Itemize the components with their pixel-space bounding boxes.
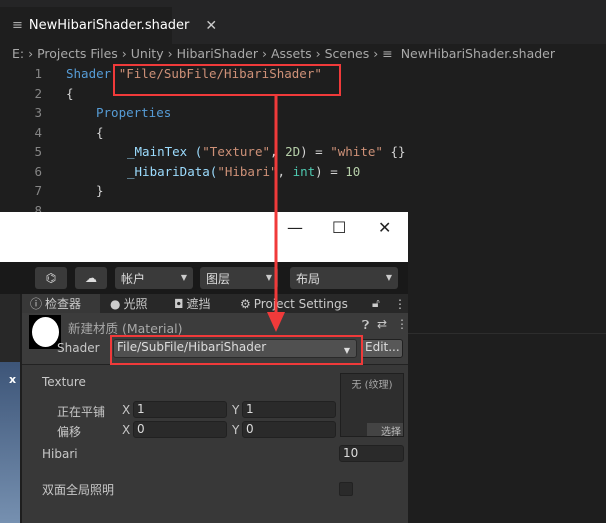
occlusion-icon: ◘ [174,296,184,311]
double-sided-gi-checkbox[interactable] [339,482,353,496]
line-number: 3 [34,105,42,120]
gear-icon: ⚙ [240,296,251,311]
crumb[interactable]: NewHibariShader.shader [401,46,555,61]
breadcrumb: E: › Projects Files › Unity › HibariShader ›… [12,46,556,61]
cloud-button[interactable]: ☁ [75,267,107,289]
window-titlebar: — ☐ ✕ [0,212,408,262]
layout-dropdown[interactable]: 布局 ▼ [290,267,398,289]
crumb[interactable]: Scenes [325,46,370,61]
line-number: 5 [34,144,42,159]
crumb[interactable]: Projects Files [37,46,118,61]
line-number: 6 [34,163,42,179]
close-tab-icon[interactable]: ✕ [205,18,217,34]
y-label: Y [232,423,240,437]
hibari-label: Hibari [42,447,78,461]
info-icon: ⓘ [30,297,43,311]
code-line: } [96,183,104,198]
annotation-arrow [267,96,285,332]
lock-icon[interactable]: 🔓︎ [372,294,380,313]
crumb[interactable]: Unity [131,46,164,61]
separator [408,333,606,334]
tab-inspector[interactable]: ⓘ 检查器 [22,294,100,313]
tiling-y-field[interactable]: 1 [242,401,336,418]
help-icon[interactable]: ❓︎ [362,318,369,333]
texture-label: Texture [42,375,86,389]
tiling-x-field[interactable]: 1 [133,401,227,418]
x-label: X [122,403,131,417]
tab-lighting[interactable]: ● 光照 [110,294,148,313]
edit-shader-button[interactable]: Edit... [361,339,403,358]
offset-y-field[interactable]: 0 [242,421,336,438]
code-line: { [96,124,104,140]
tab-project-settings[interactable]: ⚙ Project Settings [240,294,348,313]
file-icon: ≡ [382,46,393,61]
y-label: Y [232,403,240,417]
double-sided-gi-label: 双面全局照明 [42,483,115,497]
collab-button[interactable]: ⌬ [35,267,67,289]
highlight-box-shader [110,335,363,365]
unity-toolbar: ⌬ ☁ 帐户 ▼ 图层 ▼ 布局 ▼ [0,262,408,294]
code-line: Properties [96,105,172,120]
crumb[interactable]: Assets [271,46,312,61]
code-line: _HibariData("Hibari", int) = 10 [127,163,361,179]
tab-newhibarishader[interactable]: ≡ NewHibariShader.shader ✕ [0,7,217,44]
code-line: { [66,85,74,101]
crumb[interactable]: HibariShader [177,46,258,61]
no-texture-label: 无 (纹理) [351,380,393,391]
more-icon[interactable]: ⋮ [394,294,406,313]
x-label: X [122,423,131,437]
more-icon[interactable]: ⋮ [396,317,408,331]
select-texture-button[interactable]: 选择 [367,423,403,438]
tab-occlusion[interactable]: ◘ 遮挡 [174,294,211,313]
line-number: 1 [34,66,42,81]
line-number: 4 [34,124,42,140]
line-number: 7 [34,183,42,198]
tiling-label: 正在平铺 [57,405,106,419]
shader-label: Shader [57,341,100,355]
file-icon: ≡ [12,18,23,33]
texture-slot[interactable]: 无 (纹理) 选择 [340,373,404,438]
crumb[interactable]: E: [12,46,24,61]
offset-x-field[interactable]: 0 [133,421,227,438]
inspector-tabs: ⓘ 检查器 ● 光照 ◘ 遮挡 ⚙ Project Settings 🔓︎ ⋮ [22,294,408,313]
close-icon[interactable]: x [9,373,16,386]
settings-icon[interactable]: ⇄ [377,317,387,331]
hibari-field[interactable]: 10 [339,445,404,462]
bulb-icon: ● [110,296,121,311]
highlight-box-code [113,64,341,96]
offset-label: 偏移 [57,425,82,439]
maximize-button[interactable]: ☐ [332,218,346,237]
scene-preview [0,362,20,523]
account-dropdown[interactable]: 帐户 ▼ [115,267,193,289]
line-number: 2 [34,85,42,101]
close-button[interactable]: ✕ [378,218,391,237]
